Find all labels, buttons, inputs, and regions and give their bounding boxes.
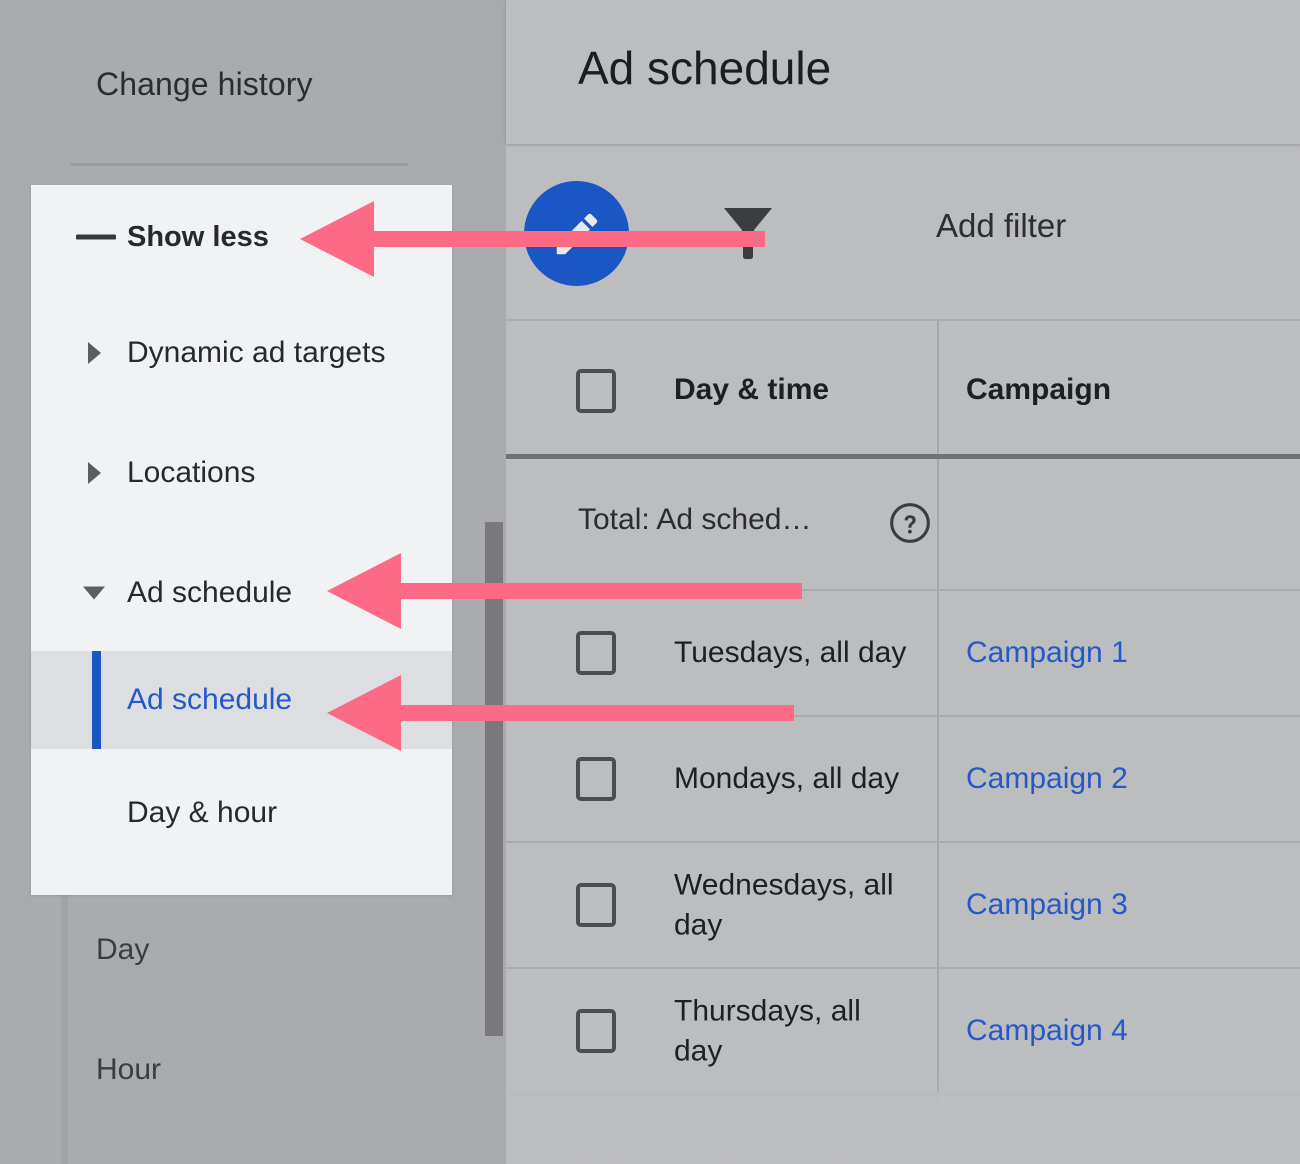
triangle-right-icon [88,462,101,484]
vertical-scrollbar-thumb[interactable] [485,522,503,1036]
row-checkbox[interactable] [576,631,616,675]
row-checkbox[interactable] [576,883,616,927]
nav-item-label: Locations [127,456,256,489]
column-divider [937,969,939,1093]
screenshot-root: Change history Day Hour Ad schedule Add … [0,0,1300,1164]
page-header: Ad schedule [506,0,1300,144]
nav-item-label: Show less [127,220,269,253]
table-row[interactable]: Tuesdays, all day Campaign 1 [506,589,1300,715]
triangle-down-icon [83,586,105,600]
active-indicator-bar [92,651,101,749]
cell-campaign-link[interactable]: Campaign 4 [966,1014,1128,1048]
cell-day-time: Thursdays, all day [674,994,861,1067]
sidebar-item-day[interactable]: Day [96,933,149,967]
nav-divider [70,163,408,166]
page-title: Ad schedule [578,42,832,94]
table-row[interactable]: Mondays, all day Campaign 2 [506,715,1300,841]
cell-day-time: Wednesdays, all day [674,868,894,941]
cell-day-time: Tuesdays, all [674,1140,850,1164]
nav-item-locations[interactable]: Locations [31,433,452,513]
column-divider [937,321,939,459]
nav-item-label: Ad schedule [127,576,293,609]
table-row[interactable]: Wednesdays, all day Campaign 3 [506,841,1300,967]
total-label: Total: Ad sched… [578,503,812,536]
edit-fab-button[interactable] [524,181,629,286]
nav-item-label: Ad schedule [127,683,293,716]
column-divider [937,591,939,715]
table-total-row: Total: Ad sched… [506,459,1300,589]
nav-item-change-history[interactable]: Change history [96,66,313,103]
table-row[interactable]: Tuesdays, all Campaign 5 [506,1093,1300,1164]
nav-indent-rail [61,880,68,1164]
main-content-panel: Ad schedule Add filter Day & time Campai… [506,0,1300,1164]
column-divider [937,459,939,589]
row-checkbox[interactable] [576,757,616,801]
question-mark-icon[interactable] [888,501,932,550]
table-row[interactable]: Thursdays, all day Campaign 4 [506,967,1300,1093]
triangle-right-icon [88,342,101,364]
cell-day-time: Mondays, all day [674,762,900,796]
cell-campaign-link[interactable]: Campaign 1 [966,636,1128,670]
cell-campaign-link[interactable]: Campaign 2 [966,762,1128,796]
nav-item-label: Day & hour [127,796,278,829]
select-all-checkbox[interactable] [576,369,616,413]
minus-icon [76,234,116,240]
row-checkbox[interactable] [576,1009,616,1053]
column-header-campaign[interactable]: Campaign [966,373,1111,407]
nav-group-ad-schedule[interactable]: Ad schedule [31,553,452,633]
sidebar-item-hour[interactable]: Hour [96,1053,161,1087]
cell-campaign-link[interactable]: Campaign 5 [966,1140,1128,1164]
column-divider [937,1095,939,1164]
expanded-nav-popup: Show less Dynamic ad targets Locations A… [31,185,452,895]
ad-schedule-table: Day & time Campaign Total: Ad sched… Tue… [506,319,1300,1164]
nav-subitem-ad-schedule-active[interactable]: Ad schedule [31,651,452,749]
nav-subitem-day-and-hour[interactable]: Day & hour [31,773,452,853]
row-checkbox[interactable] [576,1135,616,1164]
cell-campaign-link[interactable]: Campaign 3 [966,888,1128,922]
table-header-row: Day & time Campaign [506,319,1300,459]
nav-item-label: Dynamic ad targets [127,336,386,369]
filter-icon[interactable] [720,202,776,269]
nav-item-show-less[interactable]: Show less [31,197,452,277]
column-header-day-time[interactable]: Day & time [674,373,829,407]
column-divider [937,717,939,841]
column-divider [937,843,939,967]
toolbar: Add filter [506,147,1300,319]
add-filter-button[interactable]: Add filter [936,207,1066,245]
nav-item-dynamic-ad-targets[interactable]: Dynamic ad targets [31,313,452,393]
cell-day-time: Tuesdays, all day [674,636,907,670]
